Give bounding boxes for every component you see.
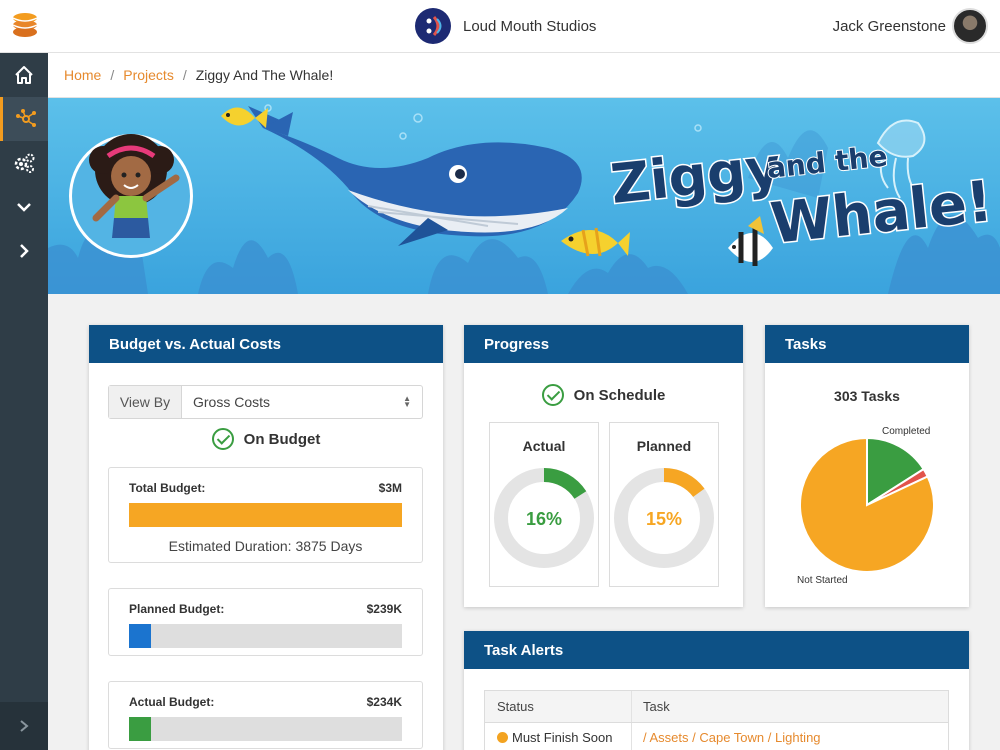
status-dot-icon	[497, 731, 508, 743]
view-by-label: View By	[109, 386, 182, 418]
user-menu[interactable]: Jack Greenstone	[833, 8, 988, 44]
actual-progress-value: 16%	[526, 509, 562, 529]
actual-progress-donut: 16%	[494, 468, 594, 568]
budget-card-title: Budget vs. Actual Costs	[89, 325, 443, 363]
breadcrumb-current: Ziggy And The Whale!	[195, 67, 334, 83]
banner-artwork: Ziggy and the Whale!	[48, 98, 1000, 294]
planned-budget-value: $239K	[366, 602, 402, 616]
top-bar: Loud Mouth Studios Jack Greenstone	[0, 0, 1000, 53]
home-icon	[15, 66, 33, 84]
table-row: Must Finish Soon / Assets / Cape Town / …	[485, 723, 948, 750]
column-header-status[interactable]: Status	[485, 691, 632, 722]
studio-info: Loud Mouth Studios	[415, 8, 596, 44]
network-icon	[15, 109, 36, 127]
view-by-select[interactable]: View By Gross Costs ▲ ▼	[108, 385, 423, 419]
actual-progress-box: Actual 16%	[489, 422, 599, 587]
column-header-task[interactable]: Task	[632, 691, 948, 722]
planned-budget-box: Planned Budget: $239K	[108, 588, 423, 656]
planned-progress-box: Planned 15%	[609, 422, 719, 587]
actual-budget-box: Actual Budget: $234K	[108, 681, 423, 749]
total-budget-fill	[129, 503, 402, 527]
planned-budget-label: Planned Budget:	[129, 602, 225, 616]
view-by-dropdown[interactable]: Gross Costs ▲ ▼	[182, 386, 422, 418]
planned-budget-bar	[129, 624, 402, 648]
pie-slices	[799, 436, 935, 573]
task-path-link[interactable]: / Assets / Cape Town / Lighting	[643, 730, 821, 745]
project-avatar	[69, 134, 193, 258]
breadcrumb-separator: /	[182, 67, 187, 83]
planned-progress-value: 15%	[646, 509, 682, 529]
user-name[interactable]: Jack Greenstone	[833, 18, 946, 35]
project-banner: Ziggy and the Whale!	[48, 98, 1000, 294]
pie-label-not-started: Not Started	[797, 575, 848, 586]
task-alerts-title: Task Alerts	[464, 631, 969, 669]
chevron-down-icon	[17, 203, 31, 212]
chevron-right-icon	[20, 720, 29, 732]
progress-card: Progress On Schedule Actual 16% Planned …	[464, 325, 743, 607]
row-task: / Assets / Cape Town / Lighting	[632, 723, 948, 750]
sidebar-collapse-button[interactable]	[0, 702, 48, 750]
total-budget-box: Total Budget: $3M Estimated Duration: 38…	[108, 467, 423, 563]
sort-arrows-icon: ▲ ▼	[403, 394, 411, 409]
tasks-total: 303 Tasks	[834, 388, 900, 404]
breadcrumb-separator: /	[110, 67, 115, 83]
check-circle-icon	[541, 384, 564, 406]
progress-status-text: On Schedule	[573, 386, 666, 404]
budget-status-text: On Budget	[243, 430, 321, 448]
actual-budget-fill	[129, 717, 151, 741]
table-header: Status Task	[485, 691, 948, 723]
actual-budget-bar	[129, 717, 402, 741]
total-budget-bar	[129, 503, 402, 527]
actual-progress-label: Actual	[522, 438, 566, 454]
budget-status: On Budget	[89, 428, 443, 450]
studio-name: Loud Mouth Studios	[463, 17, 597, 35]
breadcrumb: Home / Projects / Ziggy And The Whale!	[48, 53, 1000, 98]
check-circle-icon	[211, 428, 234, 450]
planned-progress-label: Planned	[636, 438, 692, 454]
planned-budget-fill	[129, 624, 151, 648]
sidebar-item-settings[interactable]	[0, 141, 48, 185]
task-alerts-table: Status Task Must Finish Soon / Assets / …	[484, 690, 949, 750]
progress-card-title: Progress	[464, 325, 743, 363]
tasks-pie-chart: Completed Not Started	[797, 426, 935, 586]
total-budget-value: $3M	[378, 481, 402, 495]
gears-icon	[14, 153, 35, 173]
actual-budget-value: $234K	[366, 695, 402, 709]
task-alerts-card: Task Alerts Status Task Must Finish Soon…	[464, 631, 969, 750]
total-budget-label: Total Budget:	[129, 481, 206, 495]
budget-card: Budget vs. Actual Costs View By Gross Co…	[89, 325, 443, 750]
sidebar-item-home[interactable]	[0, 53, 48, 97]
view-by-value: Gross Costs	[193, 394, 271, 410]
pie-label-completed: Completed	[882, 426, 930, 437]
row-status: Must Finish Soon	[485, 723, 632, 750]
avatar[interactable]	[952, 8, 988, 44]
tasks-card-title: Tasks	[765, 325, 969, 363]
tasks-card: Tasks 303 Tasks Completed Not Started	[765, 325, 969, 607]
sidebar	[0, 53, 48, 750]
row-status-text: Must Finish Soon	[512, 729, 613, 745]
progress-status: On Schedule	[464, 384, 743, 406]
chevron-right-icon	[20, 244, 29, 258]
actual-budget-label: Actual Budget:	[129, 695, 215, 709]
app-logo-icon[interactable]	[10, 10, 40, 40]
studio-logo-icon	[415, 8, 451, 44]
planned-progress-donut: 15%	[614, 468, 714, 568]
sidebar-item-projects[interactable]	[0, 97, 48, 141]
estimated-duration: Estimated Duration: 3875 Days	[168, 538, 363, 554]
sidebar-item-expand[interactable]	[0, 185, 48, 229]
breadcrumb-home-link[interactable]: Home	[64, 67, 101, 83]
breadcrumb-projects-link[interactable]: Projects	[123, 67, 174, 83]
sidebar-item-next[interactable]	[0, 229, 48, 273]
